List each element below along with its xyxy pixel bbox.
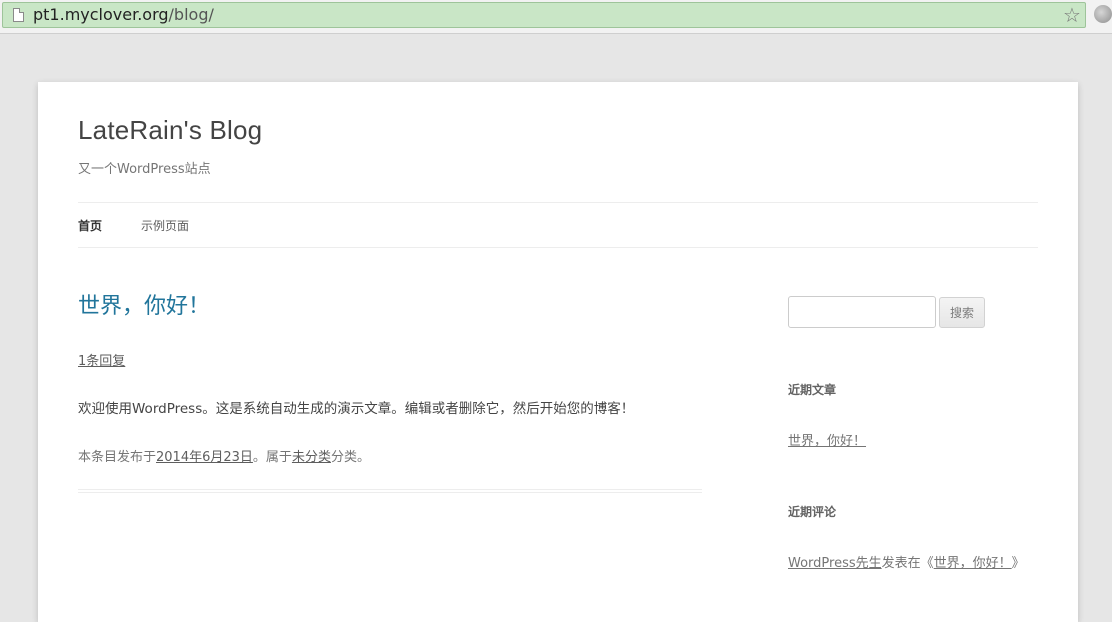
bookmark-star-icon[interactable]: ☆ xyxy=(1063,4,1081,26)
recent-post-link[interactable]: 世界，你好！ xyxy=(788,434,866,449)
url-text[interactable]: pt1.myclover.org/blog/ xyxy=(33,6,214,24)
category-link[interactable]: 未分类 xyxy=(292,450,331,465)
comment-verb: 发表在《 xyxy=(881,556,934,571)
post-divider xyxy=(78,489,702,493)
comment-author-link[interactable]: WordPress先生 xyxy=(788,556,882,571)
nav-item-home[interactable]: 首页 xyxy=(78,217,102,234)
globe-icon[interactable] xyxy=(1094,5,1112,23)
page-icon xyxy=(13,8,24,22)
url-path: /blog/ xyxy=(168,5,214,24)
comment-post-link[interactable]: 世界，你好！ xyxy=(934,556,1012,571)
comments-link[interactable]: 1条回复 xyxy=(78,350,125,369)
recent-comments-title: 近期评论 xyxy=(788,505,837,519)
post-date-link[interactable]: 2014年6月23日 xyxy=(156,450,253,465)
recent-comment-item: WordPress先生发表在《世界，你好！》 xyxy=(788,552,1025,571)
nav-item-sample-page[interactable]: 示例页面 xyxy=(141,217,189,234)
address-bar[interactable]: pt1.myclover.org/blog/ ☆ xyxy=(2,2,1086,28)
meta-prefix: 本条目发布于 xyxy=(78,450,157,465)
page-container: LateRain's Blog 又一个WordPress站点 首页 示例页面 世… xyxy=(38,82,1078,622)
post-meta: 本条目发布于2014年6月23日。属于未分类分类。 xyxy=(78,446,370,465)
meta-middle: 。属于 xyxy=(252,450,292,465)
browser-toolbar: pt1.myclover.org/blog/ ☆ xyxy=(0,0,1112,34)
meta-suffix: 分类。 xyxy=(330,450,370,465)
main-navigation: 首页 示例页面 xyxy=(78,202,1038,248)
post-title[interactable]: 世界，你好！ xyxy=(78,292,210,322)
comment-close: 》 xyxy=(1011,556,1025,571)
url-host: pt1.myclover.org xyxy=(33,5,169,24)
search-input[interactable] xyxy=(788,296,936,328)
post-content: 欢迎使用WordPress。这是系统自动生成的演示文章。编辑或者删除它，然后开始… xyxy=(78,401,635,417)
site-description: 又一个WordPress站点 xyxy=(78,162,211,177)
recent-posts-title: 近期文章 xyxy=(788,383,837,397)
search-button[interactable]: 搜索 xyxy=(939,297,985,328)
site-title[interactable]: LateRain's Blog xyxy=(78,112,262,148)
recent-post-item: 世界，你好！ xyxy=(788,430,866,449)
